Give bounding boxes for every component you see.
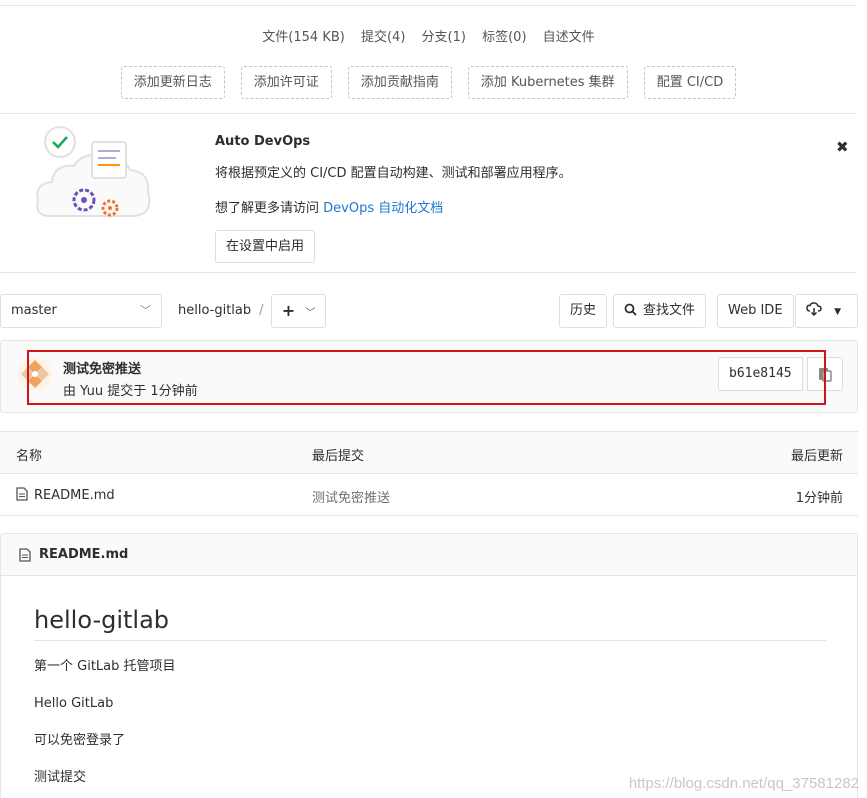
highlight-annotation-box: [27, 350, 826, 405]
readme-header: README.md: [1, 534, 857, 576]
file-updated: 1分钟前: [795, 491, 843, 506]
add-to-tree-dropdown[interactable]: + ﹀: [271, 294, 326, 328]
auto-devops-more: 想了解更多请访问 DevOps 自动化文档: [215, 197, 443, 216]
column-name-header: 名称: [16, 449, 43, 464]
file-name-cell: README.md: [16, 487, 115, 503]
cloud-download-icon: [806, 302, 822, 317]
find-file-button[interactable]: 查找文件: [613, 294, 707, 328]
branch-name: master: [11, 303, 57, 318]
file-tree-table: 名称 最后提交 最后更新 README.md 测试免密推送 1分钟前: [0, 431, 858, 516]
search-icon: [624, 303, 637, 316]
project-stats: 文件(154 KB) 提交(4) 分支(1) 标签(0) 自述文件: [0, 26, 857, 45]
file-icon: [19, 548, 31, 562]
readme-content: hello-gitlab 第一个 GitLab 托管项目 Hello GitLa…: [34, 606, 826, 788]
readme-filename[interactable]: README.md: [39, 547, 128, 562]
close-icon[interactable]: ✖: [836, 138, 849, 156]
readme-paragraph: Hello GitLab: [34, 696, 114, 711]
readme-heading: hello-gitlab: [34, 606, 826, 641]
readme-panel: README.md hello-gitlab 第一个 GitLab 托管项目 H…: [0, 533, 858, 798]
auto-devops-illustration: [36, 126, 151, 217]
chevron-down-icon: ﹀: [140, 304, 151, 317]
branch-dropdown[interactable]: master ﹀: [0, 294, 162, 328]
stat-readme[interactable]: 自述文件: [543, 30, 595, 45]
breadcrumb-separator: /: [259, 303, 264, 318]
add-license-button[interactable]: 添加许可证: [240, 66, 332, 99]
download-dropdown[interactable]: ▼: [795, 294, 858, 328]
web-ide-button[interactable]: Web IDE: [717, 294, 794, 328]
caret-down-icon: ▼: [834, 307, 842, 317]
file-icon: [16, 487, 28, 501]
tree-controls: master ﹀ hello-gitlab / + ﹀ 历史 查找文件 Web I…: [0, 294, 867, 328]
add-kubernetes-button[interactable]: 添加 Kubernetes 集群: [467, 66, 628, 99]
file-commit-link[interactable]: 测试免密推送: [312, 487, 390, 506]
breadcrumb: hello-gitlab /: [178, 294, 264, 328]
column-last-update-header: 最后更新: [790, 449, 843, 464]
top-divider: [0, 5, 857, 6]
table-row[interactable]: README.md 测试免密推送 1分钟前: [0, 474, 858, 516]
auto-devops-more-text: 想了解更多请访问: [215, 201, 324, 216]
enable-in-settings-button[interactable]: 在设置中启用: [215, 230, 316, 263]
auto-devops-banner: Auto DevOps 将根据预定义的 CI/CD 配置自动构建、测试和部署应用…: [0, 113, 857, 273]
stat-branches[interactable]: 分支(1): [422, 30, 466, 45]
add-contributing-button[interactable]: 添加贡献指南: [347, 66, 452, 99]
find-file-label: 查找文件: [643, 303, 696, 318]
auto-devops-title: Auto DevOps: [215, 134, 311, 149]
column-last-commit-header: 最后提交: [312, 449, 365, 464]
readme-paragraph: 可以免密登录了: [34, 733, 126, 748]
devops-docs-link[interactable]: DevOps 自动化文档: [323, 201, 443, 216]
plus-icon: +: [281, 301, 296, 320]
project-root-link[interactable]: hello-gitlab: [178, 303, 251, 318]
auto-devops-description: 将根据预定义的 CI/CD 配置自动构建、测试和部署应用程序。: [215, 166, 572, 181]
file-link[interactable]: README.md: [34, 488, 115, 503]
watermark: https://blog.csdn.net/qq_37581282: [628, 775, 859, 792]
stat-tags[interactable]: 标签(0): [482, 30, 526, 45]
history-button[interactable]: 历史: [559, 294, 608, 328]
setup-cicd-button[interactable]: 配置 CI/CD: [643, 66, 737, 99]
add-changelog-button[interactable]: 添加更新日志: [120, 66, 225, 99]
stat-files[interactable]: 文件(154 KB): [262, 30, 345, 45]
table-header: 名称 最后提交 最后更新: [0, 432, 858, 474]
stat-commits[interactable]: 提交(4): [361, 30, 405, 45]
chevron-down-icon: ﹀: [305, 308, 316, 319]
readme-paragraph: 第一个 GitLab 托管项目: [34, 659, 176, 674]
add-files-row: 添加更新日志 添加许可证 添加贡献指南 添加 Kubernetes 集群 配置 …: [0, 66, 857, 99]
